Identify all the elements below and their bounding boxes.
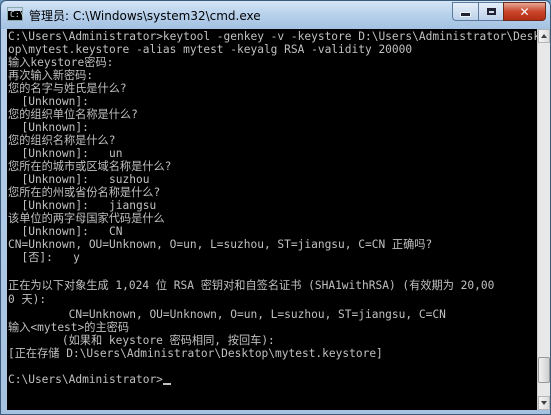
prompt-line[interactable]: C:\Users\Administrator> [8, 373, 171, 386]
console-line: 您的组织单位名称是什么? [8, 108, 138, 121]
console-line: 您的组织名称是什么? [8, 134, 116, 147]
scroll-up-button[interactable] [538, 29, 550, 43]
console-line: (如果和 keystore 密码相同, 按回车): [8, 334, 275, 347]
console-line: op\mytest.keystore -alias mytest -keyalg… [8, 43, 413, 56]
console-line: C:\Users\Administrator>keytool -genkey -… [8, 30, 537, 43]
console-output[interactable]: C:\Users\Administrator>keytool -genkey -… [7, 29, 537, 410]
console-line: CN=Unknown, OU=Unknown, O=un, L=suzhou, … [8, 308, 446, 321]
console-line: 0 天): [8, 293, 47, 306]
console-line: 输入keystore密码: [8, 56, 114, 69]
console-line: 再次输入新密码: [8, 69, 94, 82]
close-button[interactable]: ✕ [503, 2, 546, 21]
console-line: 该单位的两字母国家代码是什么 [8, 212, 165, 225]
console-line: 输入<mytest>的主密码 [8, 321, 130, 334]
console-line: 您所在的城市或区域名称是什么? [8, 160, 172, 173]
scroll-down-button[interactable] [538, 396, 550, 410]
cmd-window: C:\ 管理员: C:\Windows\system32\cmd.exe ✕ C… [0, 0, 551, 415]
minimize-icon [460, 12, 471, 17]
console-line: [Unknown]: un [8, 147, 123, 160]
console-line: [Unknown]: suzhou [8, 173, 150, 186]
scrollbar-thumb[interactable] [538, 357, 550, 383]
console-line: [正在存储 D:\Users\Administrator\Desktop\myt… [8, 347, 383, 360]
console-line: [Unknown]: CN [8, 225, 123, 238]
window-bottom-border [1, 410, 550, 414]
console-line: 您的名字与姓氏是什么? [8, 82, 127, 95]
maximize-icon [486, 8, 496, 15]
console-icon[interactable]: C:\ [7, 7, 25, 21]
console-line: [Unknown]: jiangsu [8, 199, 157, 212]
vertical-scrollbar[interactable] [537, 29, 550, 410]
console-line: 您所在的州或省份名称是什么? [8, 186, 161, 199]
console-line: [否]: y [8, 251, 80, 264]
arrow-down-icon [541, 401, 547, 405]
console-line: 正在为以下对象生成 1,024 位 RSA 密钥对和自签名证书 (SHA1wit… [8, 279, 495, 292]
console-line: [Unknown]: [8, 95, 89, 108]
text-cursor [162, 383, 171, 385]
title-bar[interactable]: C:\ 管理员: C:\Windows\system32\cmd.exe ✕ [1, 1, 550, 29]
minimize-button[interactable] [452, 2, 478, 21]
console-line: [Unknown]: [8, 121, 89, 134]
window-title: 管理员: C:\Windows\system32\cmd.exe [29, 9, 261, 23]
arrow-up-icon [541, 34, 547, 38]
prompt-text: C:\Users\Administrator> [8, 373, 163, 386]
maximize-button[interactable] [478, 2, 503, 21]
console-icon-glyph: C:\ [10, 10, 25, 19]
console-line: CN=Unknown, OU=Unknown, O=un, L=suzhou, … [8, 238, 433, 251]
close-icon: ✕ [519, 4, 530, 19]
caption-buttons: ✕ [452, 2, 546, 22]
